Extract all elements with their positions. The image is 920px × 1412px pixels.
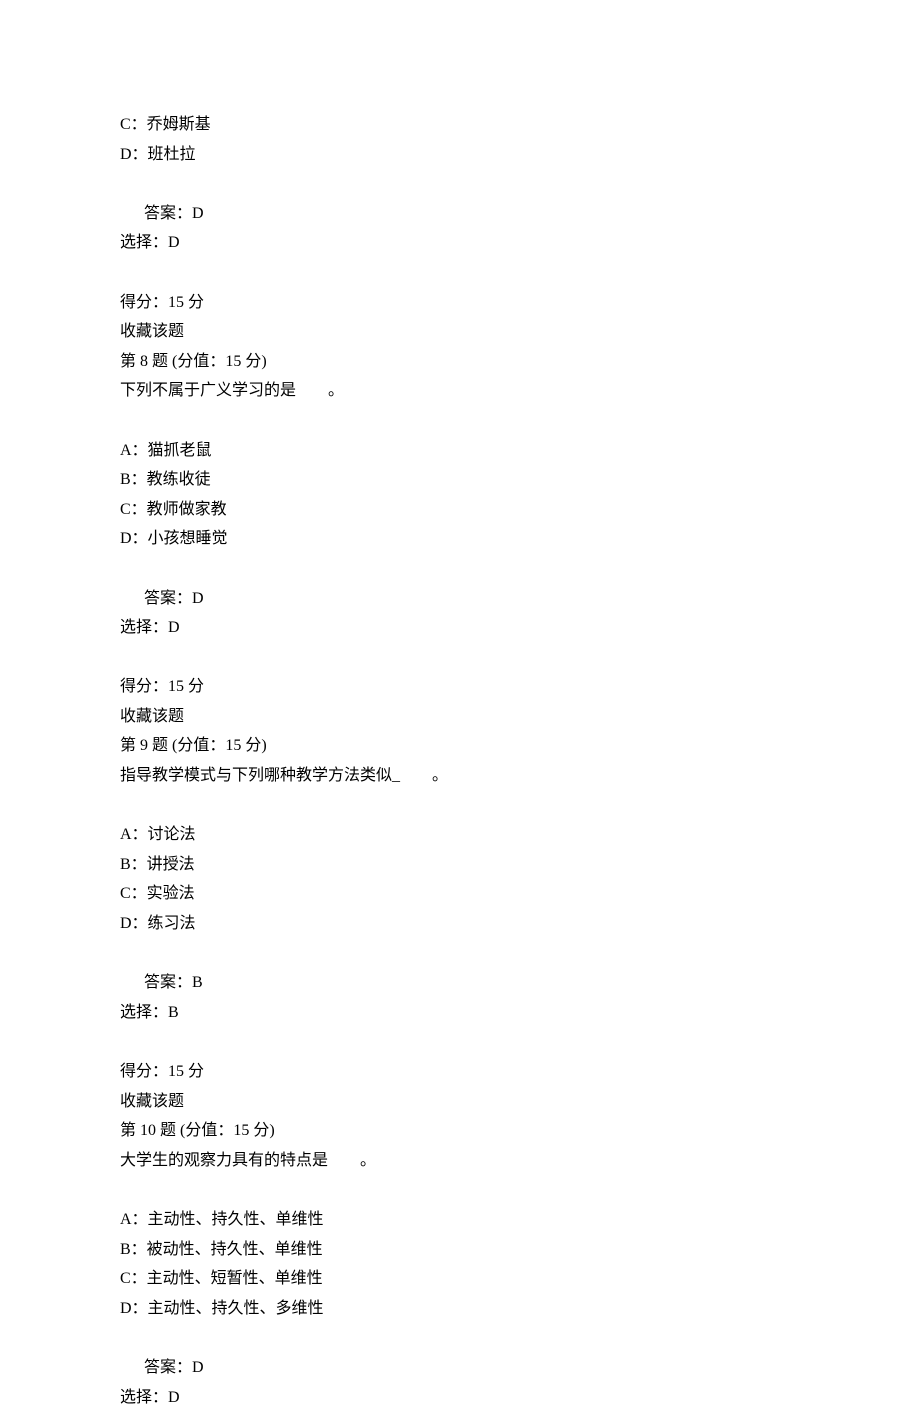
question-header: 第 9 题 (分值：15 分): [120, 731, 800, 761]
score-label: 得分：: [120, 294, 168, 311]
blank-line: [120, 643, 800, 673]
answer-value: D: [192, 590, 204, 607]
choice-label: 选择：: [120, 234, 168, 251]
favorite-link[interactable]: 收藏该题: [120, 702, 800, 732]
favorite-link[interactable]: 收藏该题: [120, 1087, 800, 1117]
blank-line: [120, 1323, 800, 1353]
answer-label: 答案：: [144, 1359, 192, 1376]
answer-line: 答案：D: [120, 584, 800, 614]
score-value: 15 分: [168, 1063, 204, 1080]
option-d: D：班杜拉: [120, 140, 800, 170]
blank-line: [120, 258, 800, 288]
blank-line: [120, 406, 800, 436]
question-9: 得分：15 分 收藏该题 第 9 题 (分值：15 分) 指导教学模式与下列哪种…: [120, 672, 800, 1027]
score-label: 得分：: [120, 678, 168, 695]
question-7-tail: C：乔姆斯基 D：班杜拉 答案：D 选择：D: [120, 110, 800, 258]
question-8: 得分：15 分 收藏该题 第 8 题 (分值：15 分) 下列不属于广义学习的是…: [120, 288, 800, 643]
answer-value: D: [192, 205, 204, 222]
option-b: B：被动性、持久性、单维性: [120, 1235, 800, 1265]
answer-value: B: [192, 974, 203, 991]
option-c: C：教师做家教: [120, 495, 800, 525]
score-line: 得分：15 分: [120, 672, 800, 702]
blank-line: [120, 169, 800, 199]
favorite-link[interactable]: 收藏该题: [120, 317, 800, 347]
option-a: A：主动性、持久性、单维性: [120, 1205, 800, 1235]
answer-label: 答案：: [144, 205, 192, 222]
question-stem: 大学生的观察力具有的特点是 。: [120, 1146, 800, 1176]
answer-value: D: [192, 1359, 204, 1376]
answer-line: 答案：D: [120, 1353, 800, 1383]
option-a: A：讨论法: [120, 820, 800, 850]
score-value: 15 分: [168, 678, 204, 695]
option-d: D：练习法: [120, 909, 800, 939]
choice-value: D: [168, 234, 180, 251]
option-c: C：主动性、短暂性、单维性: [120, 1264, 800, 1294]
choice-line: 选择：B: [120, 998, 800, 1028]
answer-line: 答案：D: [120, 199, 800, 229]
choice-value: D: [168, 1389, 180, 1406]
question-header: 第 8 题 (分值：15 分): [120, 347, 800, 377]
answer-label: 答案：: [144, 974, 192, 991]
choice-value: B: [168, 1004, 179, 1021]
option-b: B：讲授法: [120, 850, 800, 880]
score-value: 15 分: [168, 294, 204, 311]
score-line: 得分：15 分: [120, 288, 800, 318]
choice-line: 选择：D: [120, 1383, 800, 1412]
choice-label: 选择：: [120, 619, 168, 636]
choice-label: 选择：: [120, 1389, 168, 1406]
question-stem: 指导教学模式与下列哪种教学方法类似_ 。: [120, 761, 800, 791]
option-d: D：主动性、持久性、多维性: [120, 1294, 800, 1324]
option-d: D：小孩想睡觉: [120, 524, 800, 554]
score-label: 得分：: [120, 1063, 168, 1080]
question-header: 第 10 题 (分值：15 分): [120, 1116, 800, 1146]
question-stem: 下列不属于广义学习的是 。: [120, 376, 800, 406]
answer-line: 答案：B: [120, 968, 800, 998]
blank-line: [120, 939, 800, 969]
score-line: 得分：15 分: [120, 1057, 800, 1087]
blank-line: [120, 791, 800, 821]
choice-line: 选择：D: [120, 228, 800, 258]
choice-label: 选择：: [120, 1004, 168, 1021]
option-a: A：猫抓老鼠: [120, 436, 800, 466]
blank-line: [120, 1175, 800, 1205]
question-10: 得分：15 分 收藏该题 第 10 题 (分值：15 分) 大学生的观察力具有的…: [120, 1057, 800, 1412]
option-c: C：乔姆斯基: [120, 110, 800, 140]
choice-line: 选择：D: [120, 613, 800, 643]
blank-line: [120, 554, 800, 584]
option-b: B：教练收徒: [120, 465, 800, 495]
answer-label: 答案：: [144, 590, 192, 607]
blank-line: [120, 1027, 800, 1057]
choice-value: D: [168, 619, 180, 636]
option-c: C：实验法: [120, 879, 800, 909]
